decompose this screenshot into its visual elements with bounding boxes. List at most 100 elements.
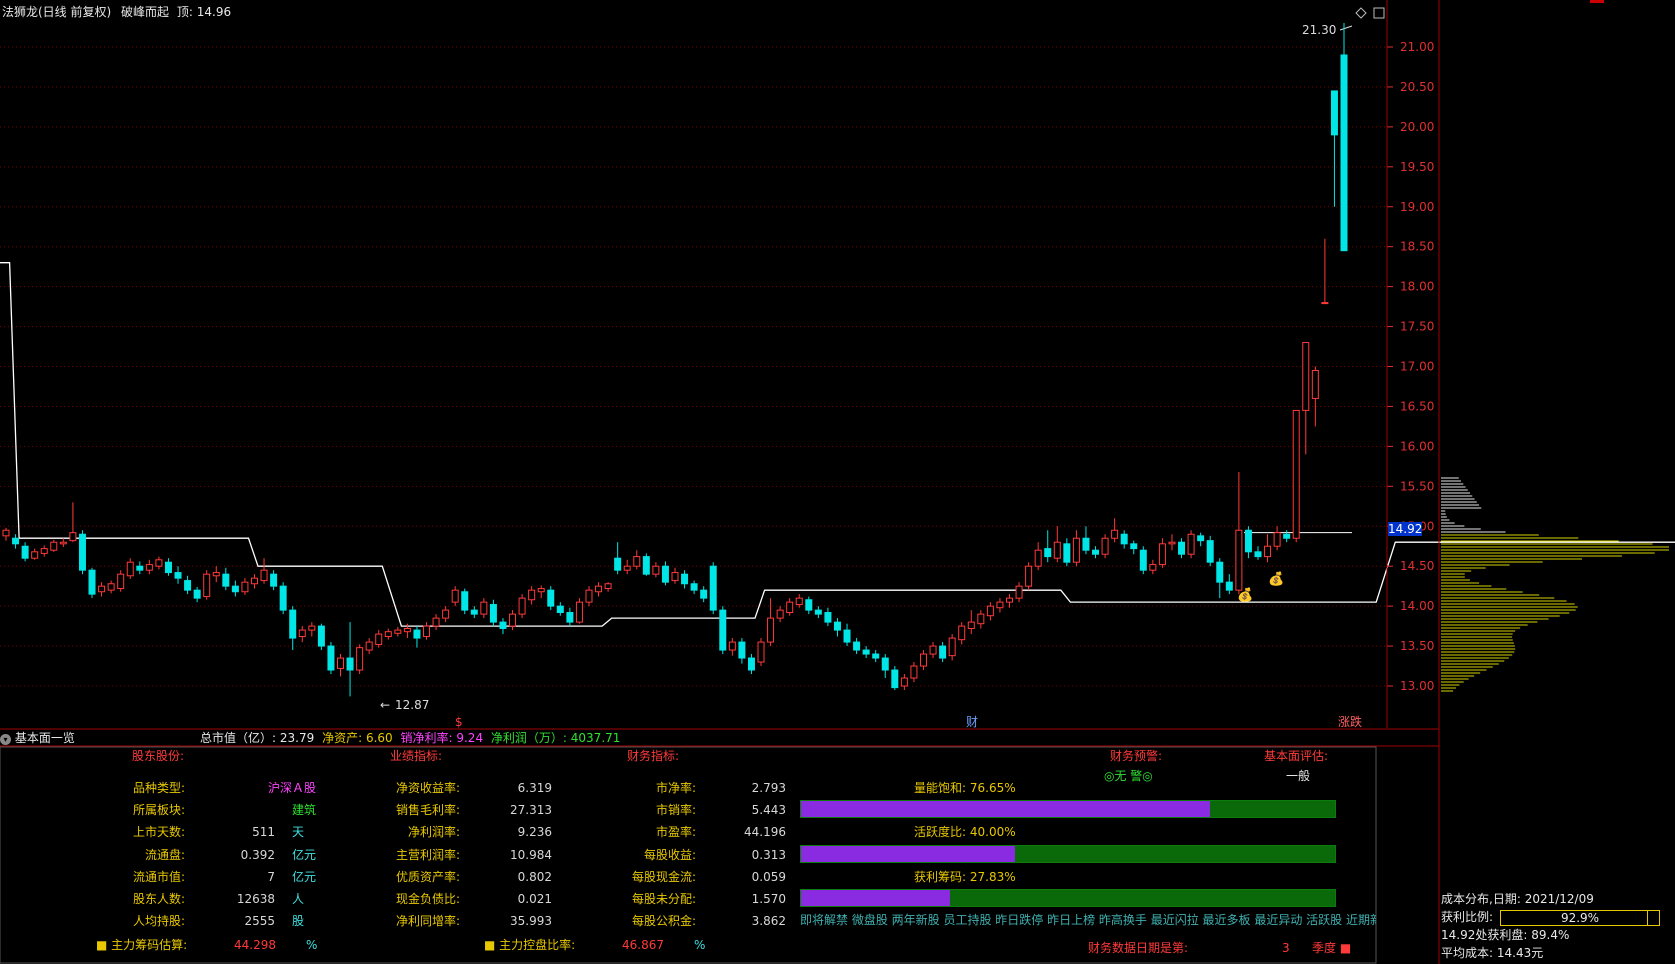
candle[interactable] <box>1025 562 1033 591</box>
candle[interactable] <box>633 550 641 570</box>
candle[interactable] <box>1244 526 1252 559</box>
candle[interactable] <box>423 622 431 640</box>
candle[interactable] <box>1178 538 1186 559</box>
candle[interactable] <box>881 654 889 679</box>
candle[interactable] <box>833 618 841 637</box>
candle[interactable] <box>413 626 421 648</box>
candle[interactable] <box>499 618 507 635</box>
candle[interactable] <box>910 662 918 683</box>
candle[interactable] <box>107 580 115 594</box>
candle[interactable] <box>98 582 106 597</box>
candle[interactable] <box>346 622 354 697</box>
candle[interactable] <box>681 570 689 589</box>
candle[interactable] <box>1321 238 1329 305</box>
candle[interactable] <box>164 558 172 576</box>
candle[interactable] <box>375 630 383 648</box>
candle[interactable] <box>1158 538 1166 568</box>
candle[interactable] <box>767 598 775 647</box>
candle[interactable] <box>250 574 258 589</box>
candle[interactable] <box>1092 546 1100 559</box>
candle[interactable] <box>1187 530 1195 559</box>
candle[interactable] <box>1330 90 1338 207</box>
candle[interactable] <box>327 642 335 675</box>
candle[interactable] <box>719 606 727 655</box>
candle[interactable] <box>193 586 201 603</box>
candle[interactable] <box>298 626 306 643</box>
candle[interactable] <box>1072 530 1080 567</box>
candle[interactable] <box>489 599 497 627</box>
candle[interactable] <box>1292 409 1300 543</box>
limit-marker-icon[interactable]: 涨跌 <box>1338 714 1362 730</box>
main-chart[interactable]: 21.00 20.50 20.00 19.50 19.00 18.50 18.00 17.50… <box>0 0 1675 964</box>
candle[interactable] <box>1111 518 1119 543</box>
stock-tags[interactable]: 即将解禁 微盘股 两年新股 员工持股 昨日跌停 昨日上榜 昨高换手 最近闪拉 最… <box>800 912 1376 928</box>
panel-toggle-icon[interactable] <box>1373 7 1385 19</box>
collapse-icon[interactable]: ▾ <box>0 734 11 745</box>
candle[interactable] <box>948 634 956 661</box>
candle[interactable] <box>174 566 182 584</box>
candle[interactable] <box>556 602 564 616</box>
candle[interactable] <box>614 542 622 575</box>
candle[interactable] <box>78 530 86 575</box>
candle[interactable] <box>59 538 67 548</box>
candle[interactable] <box>1053 526 1061 563</box>
candlestick-series[interactable] <box>2 23 1348 697</box>
candle[interactable] <box>1235 471 1243 595</box>
candle[interactable] <box>337 654 344 677</box>
candle[interactable] <box>547 586 555 611</box>
candle[interactable] <box>1082 526 1090 555</box>
candle[interactable] <box>528 586 536 605</box>
candle[interactable] <box>986 602 994 621</box>
candle[interactable] <box>451 586 459 607</box>
candle[interactable] <box>843 623 851 647</box>
candle[interactable] <box>623 559 631 575</box>
candle[interactable] <box>518 594 526 619</box>
candle[interactable] <box>126 558 134 579</box>
candle[interactable] <box>50 539 58 552</box>
candle[interactable] <box>661 561 669 586</box>
candle[interactable] <box>566 607 574 627</box>
candle[interactable] <box>432 614 440 631</box>
candle[interactable] <box>1101 534 1109 559</box>
fundamentals-panel-title[interactable]: ▾ 基本面一览 <box>0 730 75 746</box>
candle[interactable] <box>231 580 239 597</box>
candle[interactable] <box>308 622 316 637</box>
candle[interactable] <box>1044 530 1052 563</box>
candle[interactable] <box>919 650 927 671</box>
candle[interactable] <box>222 567 230 591</box>
candle[interactable] <box>1168 534 1176 551</box>
candle[interactable] <box>728 638 736 656</box>
candle[interactable] <box>776 606 784 623</box>
candle[interactable] <box>21 542 29 562</box>
candle[interactable] <box>872 650 880 663</box>
candle[interactable] <box>977 610 985 629</box>
diamond-icon[interactable] <box>1355 7 1367 19</box>
candle[interactable] <box>241 578 249 595</box>
candle[interactable] <box>671 567 679 584</box>
candle[interactable] <box>604 582 612 592</box>
candle[interactable] <box>1006 594 1013 608</box>
candle[interactable] <box>1120 530 1128 549</box>
candle[interactable] <box>900 674 908 690</box>
candle[interactable] <box>700 586 708 603</box>
candle[interactable] <box>967 610 975 635</box>
candle[interactable] <box>394 626 402 637</box>
candle[interactable] <box>996 598 1004 613</box>
candle[interactable] <box>939 642 947 663</box>
candle[interactable] <box>2 527 10 541</box>
candle[interactable] <box>1015 582 1023 603</box>
candle[interactable] <box>1034 542 1042 571</box>
candle[interactable] <box>891 666 899 690</box>
candle[interactable] <box>805 596 813 615</box>
candle[interactable] <box>136 561 144 575</box>
candle[interactable] <box>1216 558 1224 599</box>
candle[interactable] <box>442 606 450 623</box>
candle[interactable] <box>69 502 77 543</box>
candle[interactable] <box>88 567 96 599</box>
money-bag-icon[interactable]: 💰 <box>1237 588 1253 604</box>
candle[interactable] <box>1283 530 1291 543</box>
candle[interactable] <box>786 598 794 616</box>
candle[interactable] <box>317 623 325 651</box>
candle[interactable] <box>652 562 660 578</box>
candle[interactable] <box>862 646 870 659</box>
